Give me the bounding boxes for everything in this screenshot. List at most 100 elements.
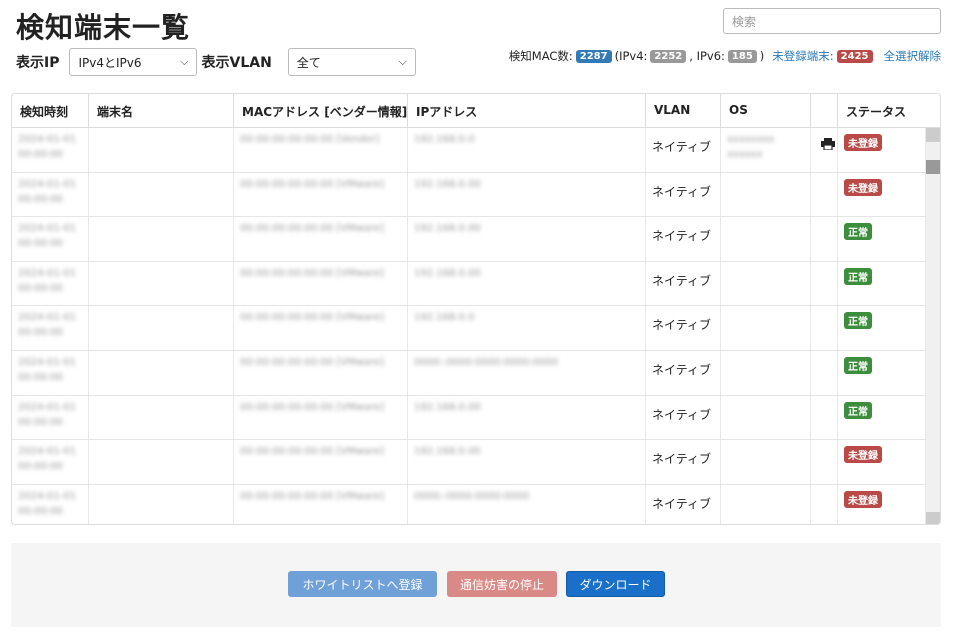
vlan-value: ネイティブ — [652, 363, 712, 377]
status-badge: 未登録 — [844, 490, 882, 508]
cell-ip: 192.168.0.00 — [408, 440, 646, 484]
vlan-filter-select[interactable]: 全て ⌵ — [287, 48, 416, 76]
ip-filter-select[interactable]: IPv4とIPv6 ⌵ — [69, 48, 198, 76]
column-header-time[interactable]: 検知時刻 — [12, 94, 89, 128]
time-date: 2024-01-01 — [18, 357, 77, 368]
whitelist-button[interactable]: ホワイトリストへ登録 — [288, 571, 437, 597]
mac-address: 00:00:00:00:00:00 [VMware] — [240, 490, 384, 502]
cell-os — [721, 395, 811, 440]
cell-mac: 00:00:00:00:00:00 [VMware] — [234, 261, 408, 306]
table-row[interactable]: 2024-01-01 00:00:00 00:00:00:00:00:00 [VMw… — [12, 306, 926, 351]
cell-status: 正常 — [838, 395, 926, 440]
column-header-os[interactable]: OS — [721, 94, 811, 128]
status-badge: 正常 — [844, 401, 872, 419]
cell-icon — [811, 395, 838, 440]
deselect-all-link[interactable]: 全選択解除 — [884, 48, 942, 64]
time-clock: 00:00:00 — [18, 193, 63, 205]
mac-address: 00:00:00:00:00:00 [VMware] — [240, 357, 384, 368]
cell-mac: 00:00:00:00:00:00 [Vendor] — [234, 128, 408, 172]
printer-icon — [821, 138, 835, 153]
search-input[interactable]: 検索 — [723, 8, 941, 34]
ip-address: 0000::0000:0000:0000:0000 — [414, 357, 559, 368]
table-row[interactable]: 2024-01-01 00:00:00 00:00:00:00:00:00 [VMw… — [12, 172, 926, 218]
cell-ip: 0000::0000:0000:0000 — [408, 484, 646, 524]
cell-ip: 192.168.0.00 — [408, 172, 646, 217]
cell-icon — [811, 217, 838, 261]
cell-name — [89, 351, 234, 395]
close-paren: ) — [759, 49, 765, 63]
cell-vlan: ネイティブ — [646, 172, 721, 217]
cell-ip: 192.168.0.0 — [408, 128, 646, 172]
cell-status: 正常 — [838, 261, 926, 306]
mac-count-badge: 2287 — [575, 49, 612, 63]
vlan-value: ネイティブ — [652, 229, 712, 244]
vertical-scrollbar[interactable] — [926, 128, 940, 524]
scroll-down-arrow[interactable] — [926, 512, 940, 524]
stats-bar: 検知MAC数: 2287 (IPv4: 2252 , IPv6: 185 ) 未… — [509, 48, 941, 64]
vlan-value: ネイティブ — [652, 318, 712, 333]
cell-name — [89, 217, 234, 261]
mac-address: 00:00:00:00:00:00 [VMware] — [240, 223, 384, 235]
mac-address: 00:00:00:00:00:00 [VMware] — [240, 178, 384, 190]
column-header-name[interactable]: 端末名 — [89, 94, 234, 128]
time-clock: 00:00:00 — [18, 282, 63, 294]
cell-name — [89, 261, 234, 306]
cell-status: 正常 — [838, 351, 926, 395]
time-date: 2024-01-01 — [18, 446, 77, 458]
scroll-thumb[interactable] — [926, 160, 940, 174]
table-row[interactable]: 2024-01-01 00:00:00 00:00:00:00:00:00 [Ven… — [12, 128, 926, 173]
cell-vlan: ネイティブ — [646, 395, 721, 440]
ip-address: 192.168.0.00 — [414, 178, 481, 190]
cell-vlan: ネイティブ — [646, 351, 721, 395]
cell-time: 2024-01-01 00:00:00 — [12, 172, 89, 217]
ip-address: 0000::0000:0000:0000 — [414, 490, 530, 502]
column-header-status[interactable]: ステータス — [838, 94, 926, 128]
column-header-ip[interactable]: IPアドレス — [408, 94, 646, 128]
time-date: 2024-01-01 — [18, 401, 77, 413]
ip-address: 192.168.0.00 — [414, 401, 481, 413]
cell-status: 未登録 — [838, 172, 926, 217]
vlan-filter-label: 表示VLAN — [201, 55, 272, 71]
time-date: 2024-01-01 — [18, 490, 77, 502]
status-badge: 未登録 — [844, 446, 882, 464]
cell-vlan: ネイティブ — [646, 440, 721, 484]
table-header: 検知時刻 端末名 MACアドレス [ベンダー情報]↑ IPアドレス VLAN O… — [12, 94, 940, 128]
table-row[interactable]: 2024-01-01 00:00:00 00:00:00:00:00:00 [VMw… — [12, 395, 926, 441]
stop-interference-button[interactable]: 通信妨害の停止 — [447, 571, 557, 597]
time-clock: 00:00:00 — [18, 327, 63, 339]
unregistered-count-badge: 2425 — [836, 49, 873, 63]
mac-address: 00:00:00:00:00:00 [Vendor] — [240, 134, 380, 145]
cell-vlan: ネイティブ — [646, 128, 721, 172]
mac-address: 00:00:00:00:00:00 [VMware] — [240, 267, 384, 279]
table-row[interactable]: 2024-01-01 00:00:00 00:00:00:00:00:00 [VMw… — [12, 261, 926, 307]
table-row[interactable]: 2024-01-01 00:00:00 00:00:00:00:00:00 [VMw… — [12, 217, 926, 262]
cell-icon — [811, 440, 838, 484]
table-row[interactable]: 2024-01-01 00:00:00 00:00:00:00:00:00 [VMw… — [12, 484, 926, 524]
cell-icon — [811, 172, 838, 217]
cell-time: 2024-01-01 00:00:00 — [12, 351, 89, 395]
ip-address: 192.168.0.00 — [414, 446, 481, 458]
cell-mac: 00:00:00:00:00:00 [VMware] — [234, 484, 408, 524]
status-badge: 正常 — [844, 223, 872, 241]
cell-mac: 00:00:00:00:00:00 [VMware] — [234, 172, 408, 217]
ip-filter-value: IPv4とIPv6 — [78, 55, 142, 70]
cell-time: 2024-01-01 00:00:00 — [12, 440, 89, 484]
time-clock: 00:00:00 — [18, 416, 63, 428]
time-clock: 00:00:00 — [18, 238, 63, 250]
footer-actions: ホワイトリストへ登録 通信妨害の停止 ダウンロード — [11, 543, 941, 627]
cell-icon — [811, 484, 838, 524]
table-row[interactable]: 2024-01-01 00:00:00 00:00:00:00:00:00 [VMw… — [12, 440, 926, 485]
cell-os — [721, 484, 811, 524]
mac-address: 00:00:00:00:00:00 [VMware] — [240, 312, 384, 324]
cell-ip: 192.168.0.00 — [408, 261, 646, 306]
download-button[interactable]: ダウンロード — [566, 571, 665, 597]
unregistered-link[interactable]: 未登録端末: — [772, 48, 833, 64]
column-header-vlan[interactable]: VLAN — [646, 94, 721, 128]
scroll-up-arrow[interactable] — [926, 128, 940, 142]
vlan-value: ネイティブ — [652, 496, 712, 511]
ipv6-label: , IPv6: — [689, 49, 725, 63]
ipv4-label: (IPv4: — [614, 49, 648, 63]
cell-ip: 192.168.0.00 — [408, 217, 646, 261]
column-header-mac[interactable]: MACアドレス [ベンダー情報]↑ — [234, 94, 408, 128]
table-row[interactable]: 2024-01-01 00:00:00 00:00:00:00:00:00 [VMw… — [12, 351, 926, 396]
